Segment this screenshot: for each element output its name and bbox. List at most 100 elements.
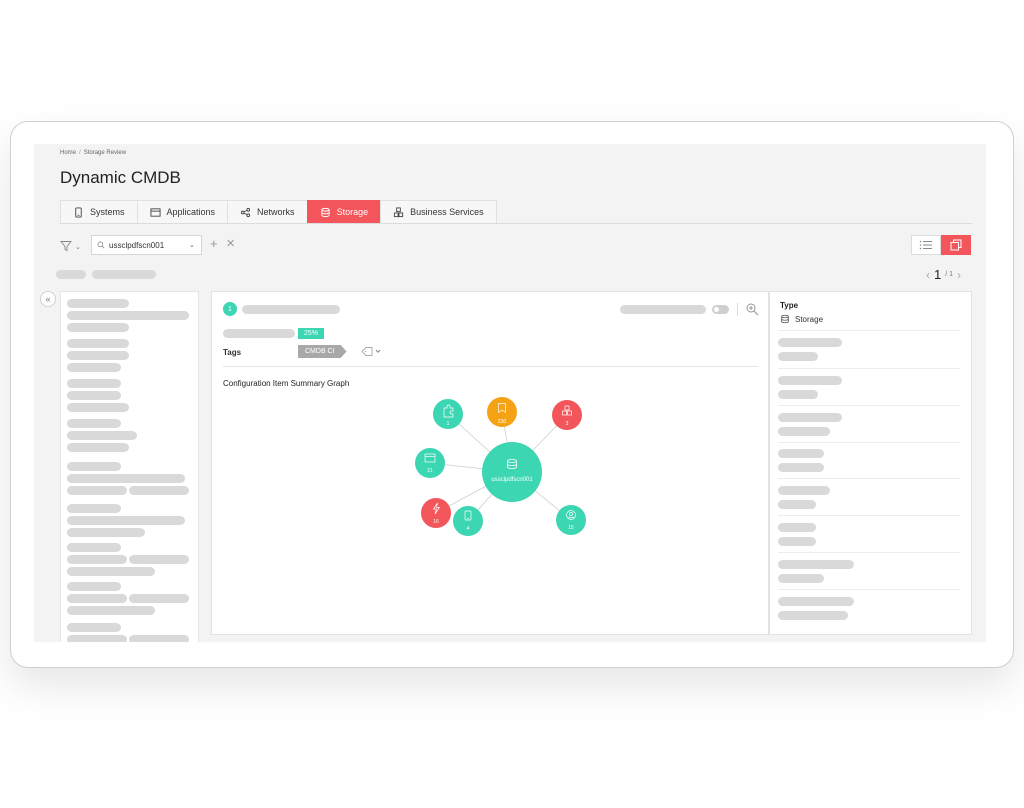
tags-label: Tags xyxy=(223,348,242,357)
monitor-icon xyxy=(75,206,82,218)
placeholder-bar xyxy=(67,528,145,537)
clear-filter-button[interactable]: ✕ xyxy=(226,237,235,250)
placeholder-bar xyxy=(67,474,185,483)
placeholder-bar xyxy=(67,486,127,495)
placeholder-bar xyxy=(67,419,121,428)
card-view-button[interactable] xyxy=(941,235,971,255)
node-count: 4 xyxy=(467,526,470,532)
graph-node[interactable]: 230 xyxy=(487,397,517,427)
breadcrumb-current: Storage Review xyxy=(83,150,127,156)
breadcrumb-home[interactable]: Home xyxy=(60,150,76,156)
tab-applications[interactable]: Applications xyxy=(136,200,228,224)
list-icon xyxy=(919,240,932,250)
chevron-down-icon[interactable]: ⌄ xyxy=(189,241,195,249)
divider xyxy=(778,330,960,331)
graph-node[interactable]: 15 xyxy=(556,505,586,535)
placeholder-bar xyxy=(67,635,127,642)
placeholder-bar xyxy=(67,462,121,471)
placeholder-bar xyxy=(778,390,818,399)
placeholder-bar xyxy=(778,463,824,472)
graph-node[interactable]: 16 xyxy=(421,498,451,528)
total-pages: / 1 xyxy=(945,271,954,278)
placeholder-bar xyxy=(778,611,848,620)
add-filter-button[interactable]: + xyxy=(210,236,218,251)
graph-node[interactable]: 3 xyxy=(552,400,582,430)
divider xyxy=(778,552,960,553)
filter-icon[interactable] xyxy=(60,240,72,252)
zoom-search-icon[interactable] xyxy=(745,302,759,316)
view-toggle xyxy=(911,235,971,255)
graph-node[interactable]: 21 xyxy=(415,448,445,478)
placeholder-bar xyxy=(67,379,121,388)
placeholder-bar xyxy=(92,270,156,279)
placeholder-bar xyxy=(242,305,340,314)
tab-label: Storage xyxy=(336,207,369,217)
node-count: 15 xyxy=(568,525,574,531)
progress-badge: 25% xyxy=(298,328,325,339)
tab-label: Networks xyxy=(257,207,295,217)
collapse-sidebar-button[interactable]: « xyxy=(40,291,56,307)
divider xyxy=(223,366,758,367)
divider xyxy=(778,478,960,479)
graph-center-node[interactable]: ussclpdfscn001 xyxy=(482,442,542,502)
placeholder-bar xyxy=(67,391,121,400)
tab-networks[interactable]: Networks xyxy=(227,200,307,224)
node-count: 3 xyxy=(566,421,569,427)
tab-label: Systems xyxy=(90,207,125,217)
search-icon xyxy=(97,241,105,249)
divider xyxy=(737,303,738,316)
toggle-switch[interactable] xyxy=(712,305,729,314)
placeholder-bar xyxy=(778,500,816,509)
placeholder-bar xyxy=(67,403,129,412)
list-view-button[interactable] xyxy=(911,235,941,255)
placeholder-bar xyxy=(67,555,127,564)
placeholder-bar xyxy=(778,376,842,385)
placeholder-bar xyxy=(129,486,189,495)
tab-business-services[interactable]: Business Services xyxy=(380,200,497,224)
placeholder-bar xyxy=(67,567,155,576)
tab-systems[interactable]: Systems xyxy=(60,200,137,224)
placeholder-bar xyxy=(56,270,86,279)
chevron-right-icon[interactable]: › xyxy=(957,268,961,282)
details-panel: Type Storage xyxy=(769,291,972,635)
placeholder-bar xyxy=(778,427,830,436)
tab-label: Applications xyxy=(166,207,216,217)
type-label: Type xyxy=(780,301,799,310)
item-index-badge: 1 xyxy=(223,302,237,316)
placeholder-bar xyxy=(67,323,129,332)
placeholder-bar xyxy=(778,537,816,546)
divider xyxy=(778,442,960,443)
browser-window-icon xyxy=(149,207,161,217)
search-input[interactable] xyxy=(109,240,185,250)
node-count: 230 xyxy=(498,419,507,425)
database-icon xyxy=(781,314,789,324)
placeholder-bar xyxy=(67,443,129,452)
search-field[interactable]: ⌄ xyxy=(91,235,202,255)
node-count: 21 xyxy=(427,468,433,474)
placeholder-bar xyxy=(778,560,854,569)
cubes-icon xyxy=(394,206,404,217)
node-count: 16 xyxy=(433,519,439,525)
current-page: 1 xyxy=(934,267,942,282)
tab-storage[interactable]: Storage xyxy=(306,200,381,224)
graph-node[interactable]: 1 xyxy=(433,399,463,429)
placeholder-bar xyxy=(67,594,127,603)
chevron-down-icon[interactable]: ⌄ xyxy=(75,243,81,251)
graph-title: Configuration Item Summary Graph xyxy=(223,379,350,388)
graph-node[interactable]: 4 xyxy=(453,506,483,536)
add-tag-icon[interactable] xyxy=(360,345,382,358)
placeholder-bar xyxy=(223,329,295,338)
database-icon xyxy=(320,207,330,217)
center-node-label: ussclpdfscn001 xyxy=(491,477,533,483)
pagination: ‹ 1 / 1 › xyxy=(926,267,961,282)
placeholder-bar xyxy=(67,431,137,440)
left-list-panel xyxy=(60,291,199,642)
chevron-left-icon[interactable]: ‹ xyxy=(926,268,930,282)
type-value-row: Storage xyxy=(780,314,823,324)
placeholder-bar xyxy=(778,574,824,583)
placeholder-bar xyxy=(67,516,185,525)
divider xyxy=(778,589,960,590)
tag-chip[interactable]: CMDB CI xyxy=(298,345,347,358)
placeholder-bar xyxy=(129,594,189,603)
placeholder-bar xyxy=(129,555,189,564)
